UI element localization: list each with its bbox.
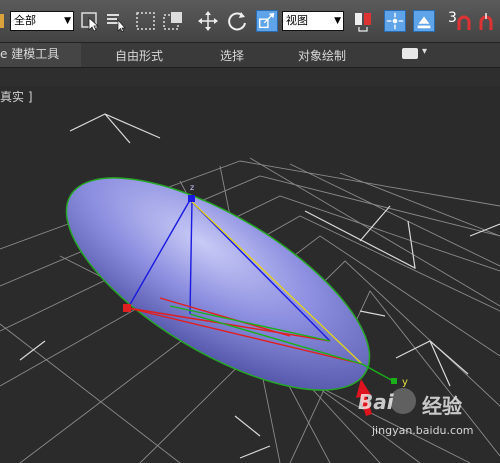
toolbar-left-edge [0,14,4,28]
viewport-label[interactable]: 真实 ] [0,88,33,105]
window-crossing-icon[interactable] [162,10,184,32]
rotate-icon[interactable] [226,10,248,32]
tab-modeling-tools[interactable]: e 建模工具 [0,43,82,67]
select-by-name-icon[interactable] [105,10,127,32]
select-object-icon[interactable] [80,10,102,32]
align-icon[interactable] [413,10,435,32]
rect-selection-icon[interactable] [135,10,157,32]
ribbon-options-arrow[interactable]: ▾ [422,46,427,57]
mirror-icon[interactable] [352,10,374,32]
z-axis-label: z [190,183,194,192]
watermark-url: jingyan.baidu.com [372,424,474,437]
chevron-down-icon: ▼ [334,16,341,26]
move-icon[interactable] [197,10,219,32]
scale-icon[interactable] [256,10,278,32]
reference-coord-value: 视图 [286,14,308,27]
baidu-watermark: Bai 经验 jingyan.baidu.com [356,378,496,448]
watermark-brand: Bai [358,390,394,414]
snaps-toggle-icon[interactable] [455,10,477,32]
selection-filter-value: 全部 [14,14,36,27]
tab-freeform[interactable]: 自由形式 [115,47,163,64]
tab-selection[interactable]: 选择 [220,47,244,64]
tab-object-paint[interactable]: 对象绘制 [298,47,346,64]
selection-filter-dropdown[interactable]: 全部 ▼ [10,11,74,31]
reference-coord-dropdown[interactable]: 视图 ▼ [282,11,344,31]
ribbon-options-button[interactable] [402,48,418,59]
watermark-brand2: 经验 [422,394,462,418]
magnet-icon[interactable] [478,10,500,32]
use-pivot-center-icon[interactable] [384,10,406,32]
main-toolbar: 全部 ▼ 视图 ▼ 3 [0,0,500,43]
chevron-down-icon: ▼ [64,16,71,26]
ribbon-bar: e 建模工具 自由形式 选择 对象绘制 ▾ [0,43,500,68]
